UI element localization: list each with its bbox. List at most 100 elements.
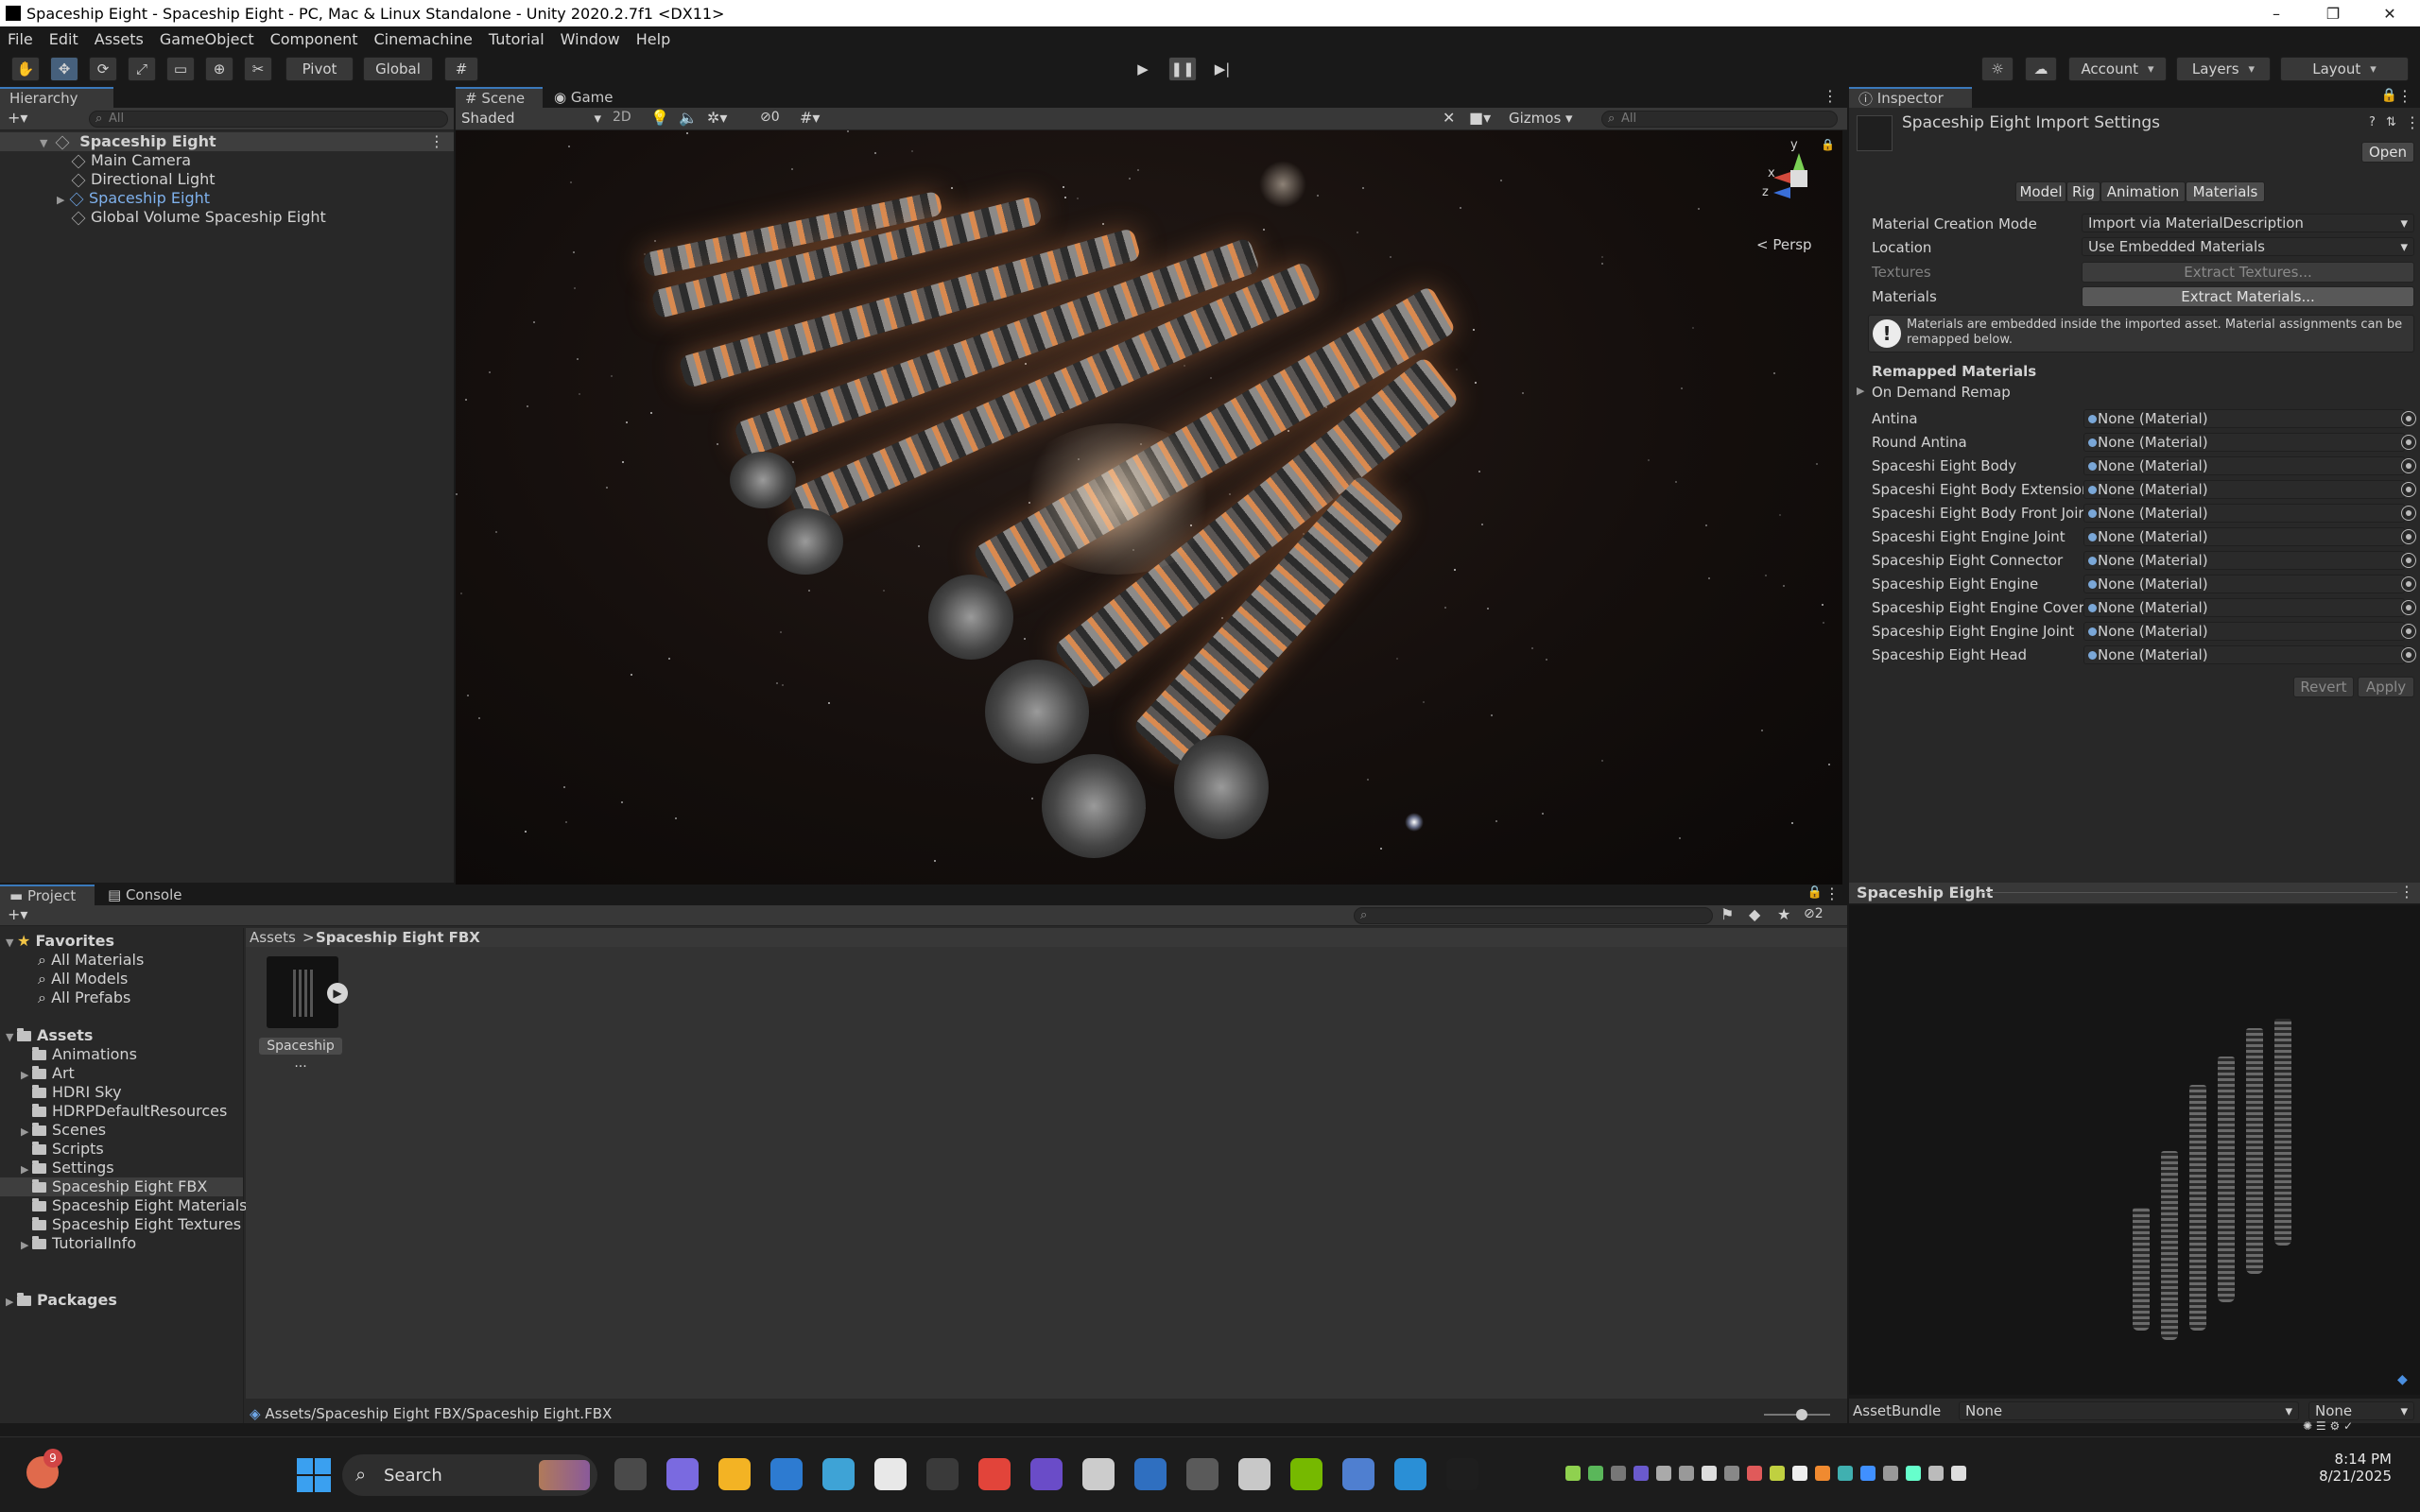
- label-tag-icon[interactable]: ◆: [2397, 1372, 2408, 1387]
- search-by-type-icon[interactable]: ⚑: [1720, 905, 1734, 923]
- gizmo-y-icon[interactable]: [1793, 153, 1805, 170]
- object-picker-icon[interactable]: [2401, 624, 2416, 639]
- pause-button[interactable]: ❚❚: [1168, 57, 1197, 81]
- object-picker-icon[interactable]: [2401, 435, 2416, 450]
- rotate-tool-icon[interactable]: ⟳: [89, 57, 117, 81]
- start-icon[interactable]: [297, 1458, 331, 1492]
- maximize-button[interactable]: ❐: [2307, 0, 2360, 26]
- taskbar-search[interactable]: ⌕ Search: [342, 1454, 597, 1496]
- hidden-packages-toggle[interactable]: ⊘2: [1804, 906, 1824, 921]
- foldout-icon[interactable]: ▶: [21, 1066, 32, 1085]
- remap-material-field[interactable]: None (Material): [2083, 598, 2405, 617]
- mic-icon[interactable]: [1186, 1458, 1219, 1490]
- browser-icon[interactable]: [822, 1458, 855, 1490]
- globe-icon[interactable]: [1342, 1458, 1374, 1490]
- media-icon[interactable]: [1030, 1458, 1063, 1490]
- foldout-icon[interactable]: ▶: [57, 191, 68, 210]
- on-demand-remap-foldout[interactable]: On Demand Remap: [1872, 384, 2011, 401]
- folder-spaceship-eight-textures[interactable]: Spaceship Eight Textures: [0, 1215, 243, 1234]
- tray-icon[interactable]: [1611, 1466, 1626, 1481]
- tray-icon[interactable]: [1883, 1466, 1898, 1481]
- object-picker-icon[interactable]: [2401, 553, 2416, 568]
- favorite-all-models[interactable]: ⌕ All Models: [0, 970, 243, 988]
- close-button[interactable]: ✕: [2363, 0, 2416, 26]
- remap-material-field[interactable]: None (Material): [2083, 622, 2405, 641]
- remap-material-field[interactable]: None (Material): [2083, 575, 2405, 593]
- project-search-input[interactable]: [1354, 907, 1713, 924]
- grid-toggle-icon[interactable]: #▾: [800, 109, 820, 127]
- object-picker-icon[interactable]: [2401, 411, 2416, 426]
- tray-icon[interactable]: [1747, 1466, 1762, 1481]
- create-asset-icon[interactable]: +▾: [8, 905, 27, 923]
- menu-assets[interactable]: Assets: [95, 30, 144, 48]
- remap-material-field[interactable]: None (Material): [2083, 433, 2405, 452]
- store-icon[interactable]: [770, 1458, 803, 1490]
- menu-gameobject[interactable]: GameObject: [160, 30, 254, 48]
- step-button[interactable]: ▶|: [1208, 57, 1236, 81]
- scene-menu-icon[interactable]: ⋮: [429, 132, 444, 151]
- weather-icon[interactable]: 9: [26, 1449, 62, 1488]
- scene-search-input[interactable]: All: [1601, 111, 1838, 128]
- lighting-toggle-icon[interactable]: 💡: [650, 109, 669, 127]
- play-button[interactable]: ▶: [1129, 57, 1157, 81]
- folder-hdri-sky[interactable]: HDRI Sky: [0, 1083, 243, 1102]
- persp-label[interactable]: < Persp: [1756, 236, 1812, 253]
- tab-console[interactable]: ▤ Console: [98, 885, 193, 905]
- hierarchy-item-global-volume[interactable]: Global Volume Spaceship Eight: [0, 208, 454, 227]
- network-icon[interactable]: [1134, 1458, 1167, 1490]
- inspector-menu-icon[interactable]: ⋮: [2397, 87, 2412, 105]
- taskbar-clock[interactable]: 8:14 PM 8/21/2025: [2297, 1451, 2392, 1485]
- tray-icon[interactable]: [1792, 1466, 1807, 1481]
- gizmo-z-icon[interactable]: [1773, 187, 1790, 198]
- 2d-toggle[interactable]: 2D: [613, 110, 631, 125]
- cloud-icon[interactable]: ☁: [2025, 57, 2057, 81]
- transform-tool-icon[interactable]: ⊕: [205, 57, 233, 81]
- tray-icon[interactable]: [1702, 1466, 1717, 1481]
- remap-material-field[interactable]: None (Material): [2083, 480, 2405, 499]
- lock-icon[interactable]: 🔒: [1821, 138, 1835, 151]
- menu-cinemachine[interactable]: Cinemachine: [373, 30, 472, 48]
- zoom-slider-handle[interactable]: [1796, 1409, 1807, 1420]
- expand-asset-icon[interactable]: ▶: [327, 983, 348, 1004]
- debug-icon[interactable]: ✺ ☰ ⚙ ✓: [2303, 1419, 2353, 1433]
- tray-icon[interactable]: [1565, 1466, 1581, 1481]
- orientation-gizmo[interactable]: y x z: [1760, 138, 1836, 215]
- folder-scripts[interactable]: Scripts: [0, 1140, 243, 1159]
- remap-material-field[interactable]: None (Material): [2083, 504, 2405, 523]
- object-picker-icon[interactable]: [2401, 600, 2416, 615]
- object-picker-icon[interactable]: [2401, 576, 2416, 592]
- hierarchy-scene-row[interactable]: ▼ Spaceship Eight ⋮: [0, 132, 454, 151]
- lock-icon[interactable]: 🔒: [1807, 885, 1823, 900]
- material-creation-mode-dropdown[interactable]: Import via MaterialDescription ▾: [2082, 214, 2414, 232]
- custom-tool-icon[interactable]: ✂: [244, 57, 272, 81]
- preview-menu-icon[interactable]: ⋮: [2399, 883, 2414, 901]
- remap-material-field[interactable]: None (Material): [2083, 645, 2405, 664]
- collab-icon[interactable]: ☼: [1981, 57, 2014, 81]
- chrome-icon[interactable]: [978, 1458, 1011, 1490]
- menu-component[interactable]: Component: [270, 30, 358, 48]
- preview-viewport[interactable]: ◆: [1849, 905, 2420, 1395]
- global-toggle[interactable]: Global: [363, 57, 433, 81]
- assetbundle-variant-dropdown[interactable]: None ▾: [2308, 1401, 2414, 1420]
- folder-scenes[interactable]: ▶ Scenes: [0, 1121, 243, 1140]
- folder-animations[interactable]: Animations: [0, 1045, 243, 1064]
- edge-icon[interactable]: [1394, 1458, 1426, 1490]
- foldout-icon[interactable]: ▼: [40, 134, 51, 153]
- tab-game[interactable]: ◉ Game: [544, 87, 620, 108]
- tab-rig[interactable]: Rig: [2066, 181, 2100, 202]
- move-tool-icon[interactable]: ✥: [50, 57, 78, 81]
- gizmos-dropdown[interactable]: Gizmos ▾: [1509, 110, 1573, 127]
- tray-icon[interactable]: [1860, 1466, 1876, 1481]
- folder-hdrpdefaultresources[interactable]: HDRPDefaultResources: [0, 1102, 243, 1121]
- app-icon[interactable]: [926, 1458, 959, 1490]
- object-picker-icon[interactable]: [2401, 506, 2416, 521]
- gizmo-x-icon[interactable]: [1773, 172, 1790, 183]
- favorite-all-materials[interactable]: ⌕ All Materials: [0, 951, 243, 970]
- object-picker-icon[interactable]: [2401, 529, 2416, 544]
- file-explorer-icon[interactable]: [718, 1458, 751, 1490]
- shading-mode-dropdown[interactable]: Shaded ▾: [461, 110, 601, 127]
- tray-icon[interactable]: [1770, 1466, 1785, 1481]
- zoom-slider[interactable]: [1764, 1409, 1830, 1420]
- tab-scene[interactable]: # Scene: [456, 87, 543, 108]
- tray-icon[interactable]: [1906, 1466, 1921, 1481]
